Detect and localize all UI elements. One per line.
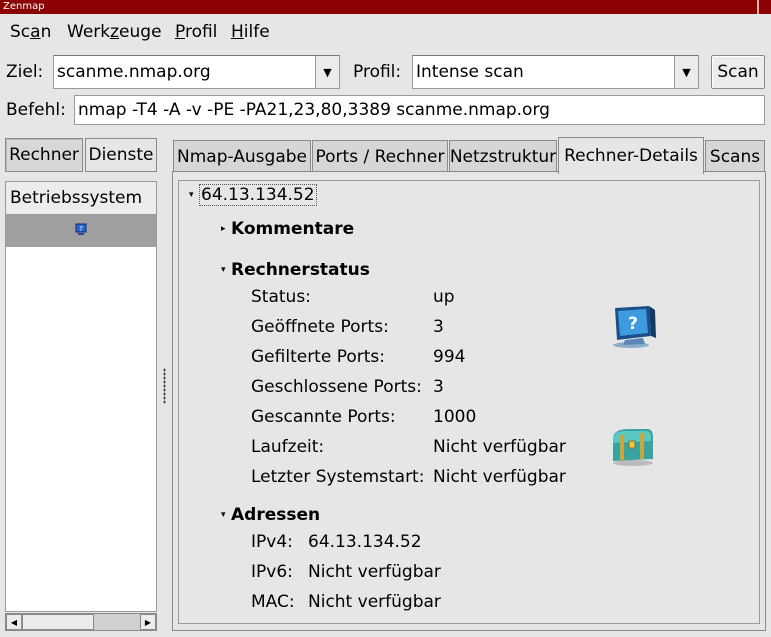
target-label: Ziel:: [6, 62, 44, 82]
mac-value: Nicht verfügbar: [308, 592, 441, 612]
menu-profil[interactable]: Profil: [175, 22, 217, 42]
uptime-value: Nicht verfügbar: [433, 437, 566, 457]
command-input[interactable]: nmap -T4 -A -v -PE -PA21,23,80,3389 scan…: [74, 95, 765, 125]
window-title: Zenmap: [3, 1, 45, 12]
menu-werkzeuge[interactable]: Werkzeuge: [67, 22, 162, 42]
details-panel: ▾ 64.13.134.52 ▸ Kommentare ▾ Rechnerstatus…: [172, 171, 766, 631]
details-scroll-area[interactable]: ▾ 64.13.134.52 ▸ Kommentare ▾ Rechnerstatus…: [178, 180, 760, 624]
tab-nmap-ausgabe[interactable]: Nmap-Ausgabe: [173, 140, 311, 172]
target-input[interactable]: scanme.nmap.org: [57, 62, 211, 82]
titlebar-edge: [757, 0, 759, 14]
profile-input[interactable]: Intense scan: [416, 62, 524, 82]
host-status-expander[interactable]: ▾ Rechnerstatus: [221, 260, 370, 280]
command-label: Befehl:: [6, 100, 66, 120]
tab-rechner[interactable]: Rechner: [5, 138, 83, 172]
tab-netzstruktur[interactable]: Netzstruktur: [449, 140, 557, 172]
pane-resize-handle[interactable]: [163, 368, 166, 404]
expanded-triangle-icon: ▾: [221, 265, 226, 275]
window-titlebar[interactable]: Zenmap: [0, 0, 771, 14]
host-ip: 64.13.134.52: [199, 184, 317, 206]
tab-scans[interactable]: Scans: [705, 140, 765, 172]
chevron-down-icon: ▼: [323, 65, 332, 79]
host-row[interactable]: ?: [6, 215, 156, 247]
command-value: nmap -T4 -A -v -PE -PA21,23,80,3389 scan…: [78, 100, 550, 120]
tab-dienste[interactable]: Dienste: [85, 138, 157, 172]
open-ports-value: 3: [433, 317, 444, 337]
host-expander[interactable]: ▾ 64.13.134.52: [189, 184, 317, 206]
ipv4-value: 64.13.134.52: [308, 532, 422, 552]
open-ports-key: Geöffnete Ports:: [251, 317, 389, 337]
os-unknown-icon: ?: [609, 304, 659, 355]
host-list-hscrollbar[interactable]: ◀ ▶: [5, 613, 157, 631]
menu-scan[interactable]: Scan: [10, 22, 51, 42]
status-value: up: [433, 287, 455, 307]
mac-key: MAC:: [251, 592, 295, 612]
profile-combo[interactable]: Intense scan ▼: [412, 55, 699, 89]
filtered-ports-value: 994: [433, 347, 466, 367]
chevron-right-icon: ▶: [144, 617, 152, 627]
column-header-os[interactable]: Betriebssystem: [6, 182, 156, 215]
uptime-chest-icon: [609, 427, 659, 472]
addresses-expander[interactable]: ▾ Adressen: [221, 505, 320, 525]
scroll-thumb[interactable]: [22, 614, 94, 630]
collapsed-triangle-icon: ▸: [221, 224, 226, 234]
tab-rechner-details[interactable]: Rechner-Details: [558, 137, 704, 174]
last-boot-key: Letzter Systemstart:: [251, 467, 425, 487]
target-dropdown-button[interactable]: ▼: [315, 56, 339, 88]
tab-ports-rechner[interactable]: Ports / Rechner: [312, 140, 448, 172]
status-key: Status:: [251, 287, 311, 307]
last-boot-value: Nicht verfügbar: [433, 467, 566, 487]
comments-expander[interactable]: ▸ Kommentare: [221, 219, 354, 239]
os-unknown-icon: ?: [74, 221, 88, 241]
menubar: Scan Werkzeuge Profil Hilfe: [0, 14, 771, 48]
scanned-ports-key: Gescannte Ports:: [251, 407, 396, 427]
ipv6-value: Nicht verfügbar: [308, 562, 441, 582]
profile-dropdown-button[interactable]: ▼: [674, 56, 698, 88]
ipv6-key: IPv6:: [251, 562, 293, 582]
profile-label: Profil:: [353, 62, 402, 82]
uptime-key: Laufzeit:: [251, 437, 325, 457]
chevron-left-icon: ◀: [10, 617, 18, 627]
chevron-down-icon: ▼: [682, 65, 691, 79]
expanded-triangle-icon: ▾: [221, 510, 226, 520]
menu-hilfe[interactable]: Hilfe: [231, 22, 270, 42]
target-combo[interactable]: scanme.nmap.org ▼: [53, 55, 340, 89]
host-list[interactable]: Betriebssystem ?: [5, 181, 157, 612]
closed-ports-key: Geschlossene Ports:: [251, 377, 422, 397]
scan-button[interactable]: Scan: [711, 55, 765, 89]
expanded-triangle-icon: ▾: [189, 190, 194, 200]
ipv4-key: IPv4:: [251, 532, 293, 552]
scroll-right-button[interactable]: ▶: [140, 614, 156, 630]
svg-text:?: ?: [79, 225, 83, 233]
scroll-left-button[interactable]: ◀: [6, 614, 22, 630]
scanned-ports-value: 1000: [433, 407, 477, 427]
closed-ports-value: 3: [433, 377, 444, 397]
filtered-ports-key: Gefilterte Ports:: [251, 347, 385, 367]
svg-text:?: ?: [628, 314, 638, 334]
